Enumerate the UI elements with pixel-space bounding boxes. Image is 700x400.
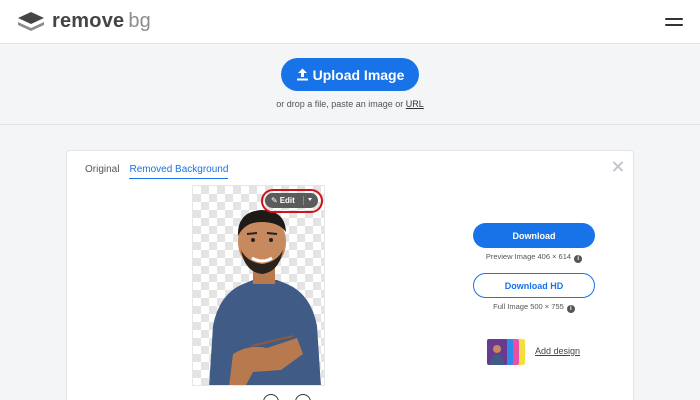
result-tabs: Original Removed Background [85,164,238,179]
upload-zone[interactable]: Upload Image or drop a file, paste an im… [0,45,700,125]
bottom-controls [263,394,327,400]
upload-button-label: Upload Image [312,66,405,83]
edit-button[interactable]: ✎ Edit [265,193,318,208]
layered-diamond-icon [18,11,44,31]
info-icon[interactable]: i [566,305,575,313]
tab-original[interactable]: Original [85,164,119,179]
brand-name: remove bg [52,10,152,32]
edit-highlight-ring: ✎ Edit [261,189,323,213]
hamburger-icon[interactable] [665,16,683,28]
edit-divider [303,196,304,205]
design-thumbnails[interactable] [487,337,531,367]
drop-hint: or drop a file, paste an image or URL [276,99,424,109]
caret-down-icon[interactable] [308,198,312,201]
result-card: Original Removed Background ✎ Edit Downl… [66,150,634,400]
result-preview-image [192,185,325,386]
download-button[interactable]: Download [473,223,595,248]
info-icon[interactable]: i [574,255,583,263]
close-icon[interactable] [612,161,623,172]
upload-arrow-icon [296,68,308,81]
edit-label: Edit [279,196,295,205]
add-design-link[interactable]: Add design [535,346,580,356]
zoom-in-control[interactable] [295,394,311,400]
person-thumb-icon [490,345,504,365]
preview-image-info: Preview Image 406 × 614 i [453,252,615,263]
zoom-out-control[interactable] [263,394,279,400]
top-header: remove bg [0,0,700,44]
design-thumb [487,339,507,365]
upload-image-button[interactable]: Upload Image [281,58,419,91]
full-image-info: Full Image 500 × 755 i [453,302,615,313]
person-cutout-image [209,210,321,385]
brand-logo[interactable]: remove bg [17,10,151,33]
download-hd-button[interactable]: Download HD [473,273,595,298]
tab-removed-background[interactable]: Removed Background [129,164,229,179]
url-link[interactable]: URL [406,99,424,109]
pencil-icon: ✎ [271,196,278,205]
